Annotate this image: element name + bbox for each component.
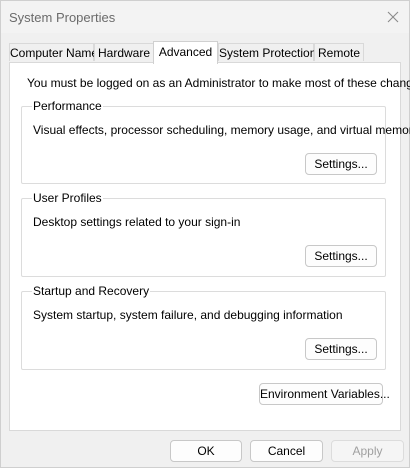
performance-group: Performance Visual effects, processor sc… <box>21 99 410 184</box>
tab-advanced[interactable]: Advanced <box>153 41 218 64</box>
admin-notice: You must be logged on as an Administrato… <box>27 76 410 90</box>
user-profiles-settings-button[interactable]: Settings... <box>305 245 377 267</box>
user-profiles-group-title: User Profiles <box>32 191 103 205</box>
close-icon <box>387 11 399 23</box>
tab-remote[interactable]: Remote <box>314 43 364 61</box>
cancel-button[interactable]: Cancel <box>250 440 323 462</box>
user-profiles-group: User Profiles Desktop settings related t… <box>21 191 386 277</box>
startup-recovery-group: Startup and Recovery System startup, sys… <box>21 284 386 370</box>
tab-hardware[interactable]: Hardware <box>94 43 154 61</box>
system-properties-dialog: System Properties Computer Name Hardware… <box>0 0 410 468</box>
tab-computer-name[interactable]: Computer Name <box>9 43 98 61</box>
performance-settings-button[interactable]: Settings... <box>305 153 377 175</box>
window-title: System Properties <box>9 10 116 25</box>
close-button[interactable] <box>383 7 403 27</box>
startup-recovery-description: System startup, system failure, and debu… <box>33 308 343 322</box>
ok-button[interactable]: OK <box>170 440 242 462</box>
environment-variables-button[interactable]: Environment Variables... <box>259 383 390 405</box>
title-bar: System Properties <box>1 1 409 33</box>
startup-recovery-group-title: Startup and Recovery <box>32 284 151 298</box>
advanced-tab-panel: You must be logged on as an Administrato… <box>9 62 410 431</box>
apply-button[interactable]: Apply <box>331 440 404 462</box>
startup-recovery-settings-button[interactable]: Settings... <box>305 338 377 360</box>
user-profiles-description: Desktop settings related to your sign-in <box>33 215 241 229</box>
performance-description: Visual effects, processor scheduling, me… <box>33 123 410 137</box>
performance-group-title: Performance <box>32 99 103 113</box>
tab-system-protection[interactable]: System Protection <box>218 43 316 61</box>
